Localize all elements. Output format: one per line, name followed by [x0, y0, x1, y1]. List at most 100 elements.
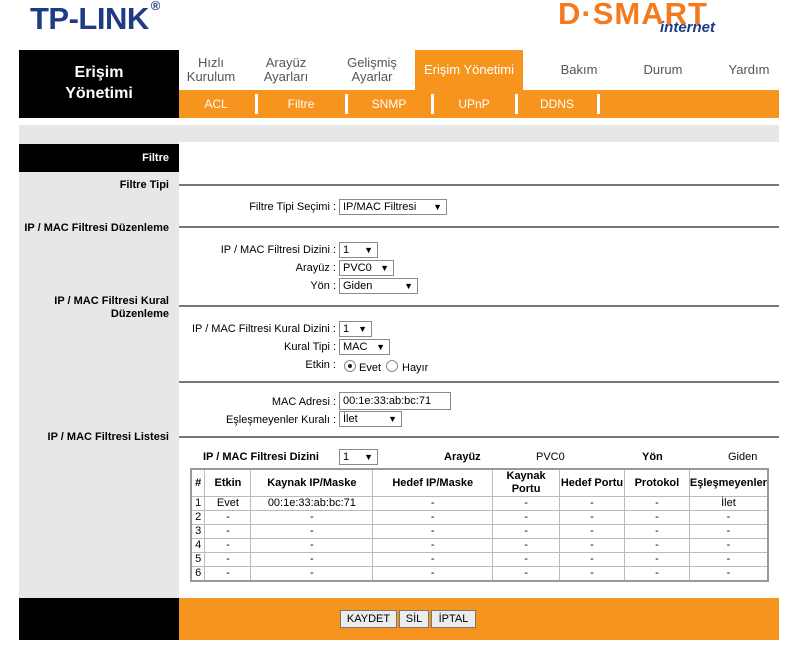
table-cell: -: [492, 510, 561, 525]
dsmart-logo: D·SMART internet: [558, 0, 738, 36]
section-brand: Erişim Yönetimi: [19, 50, 179, 118]
sub-menu: ACL Filtre SNMP UPnP DDNS: [179, 90, 779, 118]
left-column: [19, 142, 179, 598]
table-cell: -: [372, 552, 494, 567]
table-cell: -: [559, 566, 625, 582]
unmatched-rule-select[interactable]: İlet ▼: [339, 411, 402, 427]
menu-access-management[interactable]: Erişim Yönetimi: [415, 50, 523, 90]
menu-label: Yardım: [728, 62, 770, 77]
table-cell: 6: [190, 566, 206, 582]
menu-interface-setup[interactable]: Arayüz Ayarları: [251, 50, 321, 90]
chevron-down-icon: ▼: [358, 324, 367, 334]
interface-select[interactable]: PVC0 ▼: [339, 260, 394, 276]
table-cell: -: [204, 538, 252, 553]
section-label-ipmac-list: IP / MAC Filtresi Listesi: [47, 431, 169, 443]
rule-index-label: IP / MAC Filtresi Kural Dizini :: [191, 323, 336, 335]
footer-bar: [179, 598, 779, 640]
table-cell: Evet: [204, 496, 252, 511]
table-cell: -: [250, 566, 374, 582]
menu-label: Ayarlar: [351, 69, 393, 84]
submenu-acl[interactable]: ACL: [179, 90, 253, 118]
unmatched-rule-label: Eşleşmeyenler Kuralı :: [225, 414, 336, 426]
chevron-down-icon: ▼: [404, 281, 413, 291]
cancel-button[interactable]: İPTAL: [431, 610, 476, 628]
list-interface-label: Arayüz: [444, 451, 481, 463]
table-cell: 5: [190, 552, 206, 567]
menu-label: Gelişmiş: [347, 55, 397, 70]
table-cell: -: [688, 552, 769, 567]
delete-button[interactable]: SİL: [399, 610, 429, 628]
submenu-snmp[interactable]: SNMP: [349, 90, 429, 118]
rule-type-value: MAC: [343, 341, 368, 353]
list-index-value: 1: [343, 451, 350, 463]
list-direction-value: Giden: [728, 451, 758, 463]
submenu-upnp[interactable]: UPnP: [435, 90, 513, 118]
dsmart-logo-sub: internet: [660, 19, 716, 36]
active-no-label: Hayır: [402, 362, 429, 374]
menu-status[interactable]: Durum: [627, 50, 699, 90]
filter-type-select[interactable]: IP/MAC Filtresi ▼: [339, 199, 447, 215]
menu-label: Durum: [643, 62, 683, 77]
table-cell: 1: [190, 496, 206, 511]
table-row: 2-------: [190, 510, 769, 525]
brand-line-1: Erişim: [74, 64, 124, 81]
active-no-radio[interactable]: [386, 360, 398, 372]
chevron-down-icon: ▼: [433, 202, 442, 212]
menu-label: Kurulum: [186, 69, 236, 84]
rule-index-select[interactable]: 1 ▼: [339, 321, 372, 337]
ipmac-index-select[interactable]: 1 ▼: [339, 242, 378, 258]
section-label-filter-type: Filtre Tipi: [119, 179, 169, 191]
divider: [179, 305, 779, 307]
rule-index-value: 1: [343, 323, 350, 335]
table-cell: -: [372, 496, 494, 511]
menu-advanced-setup[interactable]: Gelişmiş Ayarlar: [333, 50, 411, 90]
column-header: Hedef IP/Maske: [372, 468, 494, 497]
active-yes-radio[interactable]: [344, 360, 356, 372]
menu-help[interactable]: Yardım: [719, 50, 779, 90]
brand-line-2: Yönetimi: [65, 85, 133, 102]
table-cell: -: [688, 538, 769, 553]
tplink-logo: TP-LINK ®: [30, 0, 161, 37]
table-cell: -: [250, 524, 374, 539]
menu-maintenance[interactable]: Bakım: [539, 50, 619, 90]
column-header: Hedef Portu: [559, 468, 625, 497]
table-header-row: # Etkin Kaynak IP/Maske Hedef IP/Maske K…: [190, 468, 769, 497]
registered-mark: ®: [150, 0, 161, 13]
submenu-filter[interactable]: Filtre: [259, 90, 343, 118]
table-cell: -: [623, 566, 690, 582]
save-button[interactable]: KAYDET: [340, 610, 397, 628]
table-cell: -: [623, 496, 690, 511]
chevron-down-icon: ▼: [380, 263, 389, 273]
table-cell: -: [204, 566, 252, 582]
table-cell: -: [559, 524, 625, 539]
menu-quick-setup[interactable]: Hızlı Kurulum: [179, 50, 243, 90]
menu-label: Arayüz: [265, 55, 307, 70]
rule-type-label: Kural Tipi :: [284, 341, 336, 353]
mac-address-input[interactable]: 00:1e:33:ab:bc:71: [339, 392, 451, 410]
section-label-ipmac-rule-edit: IP / MAC Filtresi Kural Düzenleme: [54, 295, 169, 320]
unmatched-rule-value: İlet: [343, 413, 358, 425]
submenu-divider: [431, 94, 434, 114]
table-cell: -: [204, 510, 252, 525]
table-cell: -: [559, 510, 625, 525]
interface-label: Arayüz :: [295, 262, 336, 274]
table-cell: -: [492, 538, 561, 553]
active-label: Etkin :: [305, 359, 336, 371]
menu-label: Erişim Yönetimi: [423, 62, 515, 77]
tplink-logo-text: TP-LINK: [30, 1, 149, 36]
divider: [179, 436, 779, 438]
table-cell: 4: [190, 538, 206, 553]
ipmac-index-value: 1: [343, 244, 350, 256]
direction-select[interactable]: Giden ▼: [339, 278, 418, 294]
table-cell: -: [492, 566, 561, 582]
mac-address-label: MAC Adresi :: [271, 396, 336, 408]
list-index-select[interactable]: 1 ▼: [339, 449, 378, 465]
chevron-down-icon: ▼: [364, 245, 373, 255]
table-cell: -: [204, 524, 252, 539]
table-cell: 00:1e:33:ab:bc:71: [250, 496, 374, 511]
menu-label: Bakım: [560, 62, 598, 77]
submenu-ddns[interactable]: DDNS: [519, 90, 595, 118]
column-header: Kaynak Portu: [492, 468, 561, 497]
submenu-divider: [515, 94, 518, 114]
rule-type-select[interactable]: MAC ▼: [339, 339, 390, 355]
